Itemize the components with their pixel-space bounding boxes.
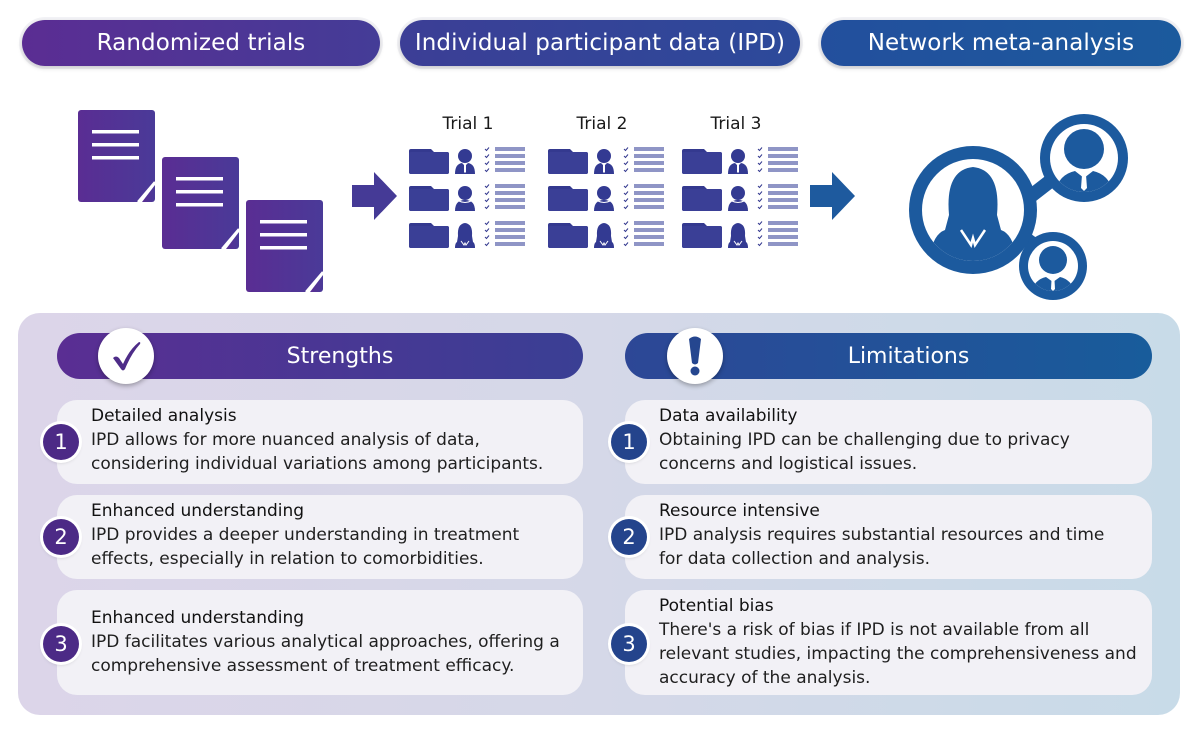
ipd-grid: [409, 146, 805, 249]
number-badge: 1: [611, 424, 647, 460]
folder-icon: [409, 223, 449, 248]
check-icon: [113, 342, 141, 371]
step-ipd: Individual participant data (IPD): [400, 20, 800, 66]
card-text: There's a risk of bias if IPD is not ava…: [659, 620, 1090, 640]
strengths-title: Strengths: [286, 343, 394, 369]
card-text: IPD facilitates various analytical appro…: [91, 632, 560, 652]
limitations-title: Limitations: [847, 343, 970, 369]
number-badge: 3: [43, 626, 79, 662]
checklist-icon: [484, 183, 526, 210]
step-label: Randomized trials: [96, 30, 306, 56]
number-badge: 1: [43, 424, 79, 460]
step-network-meta-analysis: Network meta-analysis: [821, 20, 1181, 66]
card-text: for data collection and analysis.: [659, 549, 931, 569]
arrow-right-icon: [810, 172, 855, 220]
participant-icon: [454, 222, 476, 249]
trial-label: Trial 1: [442, 114, 494, 134]
limitation-card: Potential bias There's a risk of bias if…: [625, 590, 1152, 695]
participant-icon: [455, 149, 475, 174]
card-text: considering individual variations among …: [91, 454, 544, 474]
checklist-icon: [484, 220, 526, 247]
number-badge: 3: [611, 626, 647, 662]
network-icon: [909, 114, 1128, 300]
number-badge: 2: [43, 519, 79, 555]
trial-label: Trial 3: [710, 114, 762, 134]
card-title: Enhanced understanding: [91, 608, 305, 628]
step-randomized-trials: Randomized trials: [22, 20, 380, 66]
card-text: concerns and logistical issues.: [659, 454, 918, 474]
exclamation-badge: [667, 328, 723, 384]
card-title: Detailed analysis: [91, 406, 237, 426]
card-text: accuracy of the analysis.: [659, 668, 871, 688]
check-badge: [98, 328, 154, 384]
step-label: Network meta-analysis: [867, 30, 1135, 56]
arrow-right-icon: [352, 172, 397, 220]
card-text: Obtaining IPD can be challenging due to …: [659, 430, 1070, 450]
strength-card: Enhanced understanding IPD facilitates v…: [57, 590, 583, 695]
exclamation-icon: [689, 336, 701, 376]
folder-icon: [409, 149, 449, 174]
card-text: IPD provides a deeper understanding in t…: [91, 525, 520, 545]
trial-label: Trial 2: [576, 114, 628, 134]
card-text: effects, especially in relation to comor…: [91, 549, 484, 569]
document-icon: [76, 108, 157, 204]
folder-icon: [409, 186, 449, 211]
card-text: relevant studies, impacting the comprehe…: [659, 644, 1137, 664]
document-icon: [244, 198, 325, 294]
card-text: IPD analysis requires substantial resour…: [659, 525, 1105, 545]
card-text: IPD allows for more nuanced analysis of …: [91, 430, 480, 450]
card-text: comprehensive assessment of treatment ef…: [91, 656, 515, 676]
documents-icon: [76, 108, 325, 294]
strength-card: Detailed analysis IPD allows for more nu…: [57, 400, 583, 484]
card-title: Potential bias: [659, 596, 774, 616]
strength-card: Enhanced understanding IPD provides a de…: [57, 495, 583, 579]
step-label: Individual participant data (IPD): [414, 30, 786, 56]
limitation-card: Resource intensive IPD analysis requires…: [625, 495, 1152, 579]
participant-icon: [454, 185, 476, 212]
number-badge: 2: [611, 519, 647, 555]
document-icon: [160, 155, 241, 251]
card-title: Enhanced understanding: [91, 501, 305, 521]
card-title: Data availability: [659, 406, 798, 426]
limitation-card: Data availability Obtaining IPD can be c…: [625, 400, 1152, 484]
checklist-icon: [484, 146, 526, 173]
card-title: Resource intensive: [659, 501, 820, 521]
